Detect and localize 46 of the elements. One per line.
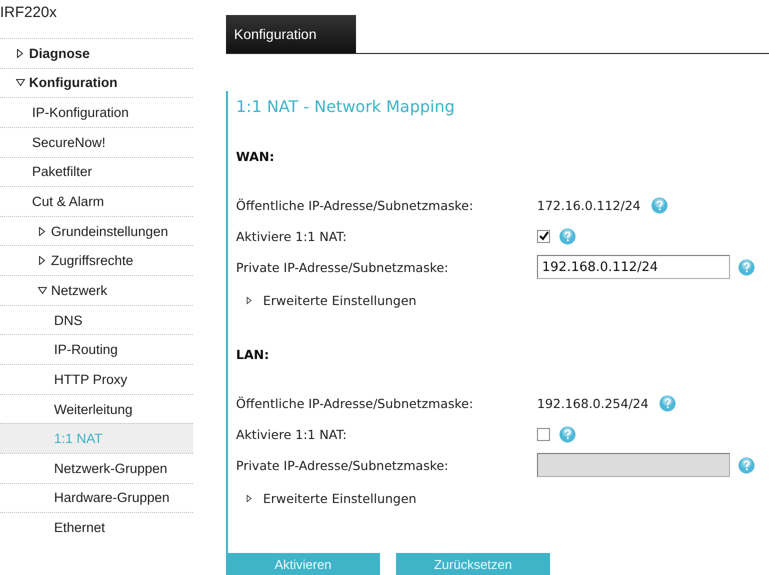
caret-right-icon [246, 494, 253, 502]
help-icon[interactable] [738, 258, 755, 276]
field-value: 172.16.0.112/24 [537, 198, 641, 213]
section-heading: WAN: [236, 149, 276, 164]
help-icon[interactable] [559, 426, 576, 442]
field-label: Öffentliche IP-Adresse/Subnetzmaske: [236, 198, 474, 213]
input-field[interactable]: 192.168.0.112/24 [537, 255, 730, 279]
sidebar-item[interactable]: Netzwerk [0, 275, 193, 305]
field-label: Öffentliche IP-Adresse/Subnetzmaske: [236, 396, 474, 411]
sidebar-item[interactable]: Ethernet [0, 512, 193, 542]
caret-down-icon [16, 78, 25, 88]
sidebar-item[interactable]: Diagnose [0, 38, 193, 68]
sidebar-item[interactable]: Zugriffsrechte [0, 245, 193, 276]
sidebar-item[interactable]: Konfiguration [0, 68, 193, 98]
field-label: Aktiviere 1:1 NAT: [236, 426, 348, 442]
sidebar-item[interactable]: DNS [0, 304, 193, 334]
help-icon[interactable] [559, 228, 576, 244]
caret-right-icon [246, 296, 253, 304]
checkbox[interactable] [537, 230, 550, 242]
help-icon[interactable] [738, 456, 755, 474]
caret-right-icon [38, 256, 47, 266]
field-value: 192.168.0.254/24 [537, 396, 649, 411]
caret-right-icon [38, 226, 47, 236]
sidebar-item[interactable]: HTTP Proxy [0, 364, 193, 394]
sidebar-item[interactable]: Grundeinstellungen [0, 216, 193, 246]
checkbox[interactable] [537, 428, 550, 440]
advanced-settings-toggle[interactable]: Erweiterte Einstellungen [236, 481, 769, 515]
sidebar-item[interactable]: IP-Konfiguration [0, 97, 193, 127]
sidebar-item[interactable]: Hardware-Gruppen [0, 482, 193, 512]
help-icon[interactable] [650, 197, 668, 214]
advanced-settings-toggle[interactable]: Erweiterte Einstellungen [236, 283, 769, 317]
field-label: Private IP-Adresse/Subnetzmaske: [236, 260, 450, 274]
tab[interactable]: Konfiguration [226, 15, 356, 53]
sidebar-item[interactable]: SecureNow! [0, 126, 193, 157]
device-title: IRF220x [0, 2, 58, 22]
sidebar-item[interactable]: Paketfilter [0, 156, 193, 186]
field-label: Aktiviere 1:1 NAT: [236, 228, 348, 244]
sidebar-item[interactable]: Netzwerk-Gruppen [0, 452, 193, 483]
sidebar-item[interactable]: Cut & Alarm [0, 186, 193, 216]
sidebar-item[interactable]: IP-Routing [0, 334, 193, 364]
caret-down-icon [38, 286, 47, 295]
page-title: 1:1 NAT - Network Mapping [236, 97, 456, 118]
section-heading: LAN: [236, 347, 270, 362]
field-label: Private IP-Adresse/Subnetzmaske: [236, 458, 450, 472]
caret-right-icon [16, 48, 25, 58]
help-icon[interactable] [658, 395, 676, 412]
